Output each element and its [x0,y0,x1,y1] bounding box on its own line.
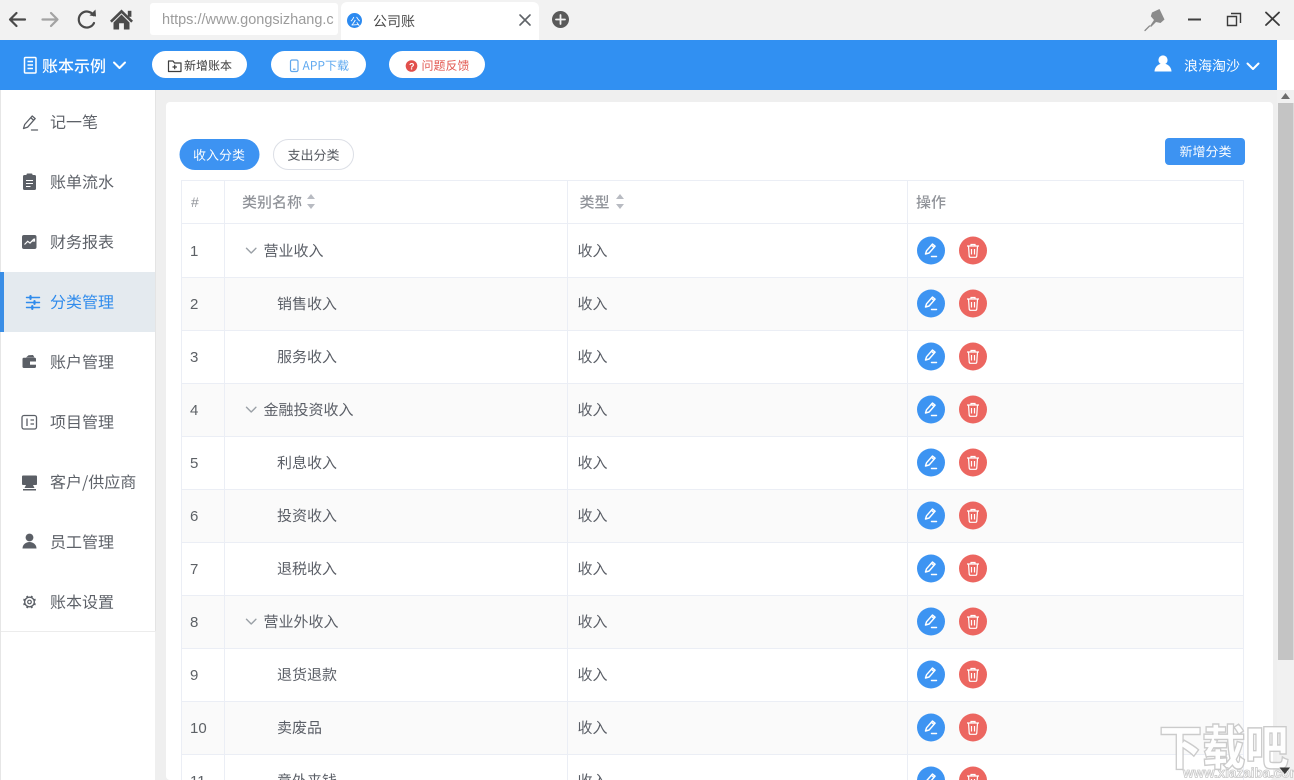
svg-text:7: 7 [190,561,198,578]
svg-text:www.xiazaiba.com: www.xiazaiba.com [1182,766,1294,780]
svg-text:10: 10 [190,720,207,737]
svg-text:#: # [191,194,199,210]
svg-text:9: 9 [190,667,198,684]
svg-text:2: 2 [190,296,198,313]
svg-text:5: 5 [190,455,198,472]
svg-text:11: 11 [190,773,206,780]
svg-text:?: ? [409,61,415,71]
svg-text:1: 1 [190,243,198,260]
svg-text:3: 3 [190,349,198,366]
svg-text:8: 8 [190,614,198,631]
svg-text:6: 6 [190,508,198,525]
svg-text:https://www.gongsizhang.c: https://www.gongsizhang.c [162,12,334,28]
svg-text:4: 4 [190,402,198,419]
